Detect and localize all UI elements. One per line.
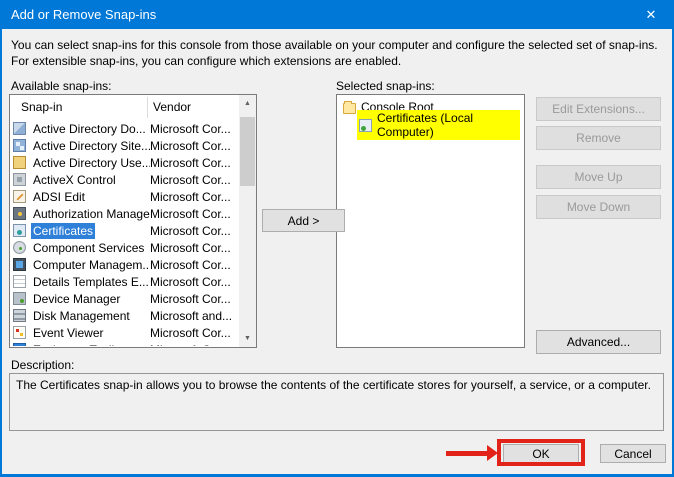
window-title: Add or Remove Snap-ins [11,7,157,22]
scroll-up-icon[interactable]: ▲ [239,95,256,112]
move-down-button[interactable]: Move Down [536,195,661,219]
table-row[interactable]: Device Manager Microsoft Cor... [10,290,239,307]
close-icon[interactable]: ✕ [634,0,668,29]
table-row[interactable]: ADSI Edit Microsoft Cor... [10,188,239,205]
exchange-icon [13,343,26,346]
snapin-vendor: Microsoft Cor... [150,189,231,204]
snapin-name: Active Directory Site... [33,138,150,153]
details-templates-icon [13,275,26,288]
event-viewer-icon [13,326,26,339]
snapin-name: Authorization Manager [33,206,150,221]
scroll-down-icon[interactable]: ▼ [239,330,256,347]
snapin-name: Active Directory Do... [33,121,146,136]
red-arrow-icon [446,451,488,456]
table-row[interactable]: Event Viewer Microsoft Cor... [10,324,239,341]
column-header-snapin[interactable]: Snap-in [21,100,62,114]
snapin-name: Event Viewer [33,325,104,340]
table-row[interactable]: Active Directory Use... Microsoft Cor... [10,154,239,171]
snapin-vendor: Microsoft Cor... [150,257,231,272]
computer-management-icon [13,258,26,271]
add-remove-snapins-dialog: Add or Remove Snap-ins ✕ You can select … [0,0,674,477]
move-up-button[interactable]: Move Up [536,165,661,189]
table-row[interactable]: Certificates Microsoft Cor... [10,222,239,239]
snapin-name: ActiveX Control [33,172,116,187]
authman-icon [13,207,26,220]
title-bar: Add or Remove Snap-ins ✕ [0,0,674,29]
table-row[interactable]: Disk Management Microsoft and... [10,307,239,324]
snapin-vendor: Microsoft Cor... [150,223,231,238]
snapin-name: Exchange Toolbox [31,342,133,347]
snapin-name: Device Manager [33,291,121,306]
snapin-vendor: Microsoft Cor... [150,240,231,255]
ok-button[interactable]: OK [503,444,579,463]
available-snapins-label: Available snap-ins: [11,79,112,93]
column-header-vendor[interactable]: Vendor [153,100,191,114]
table-row[interactable]: Computer Managem... Microsoft Cor... [10,256,239,273]
scrollbar-thumb[interactable] [240,117,255,186]
description-box: The Certificates snap-in allows you to b… [9,373,664,431]
selected-snapins-tree: Console Root Certificates (Local Compute… [336,94,525,348]
description-label: Description: [11,358,75,372]
description-text: The Certificates snap-in allows you to b… [16,378,651,392]
folder-icon [343,100,356,114]
cancel-button[interactable]: Cancel [600,444,666,463]
activex-icon [13,173,26,186]
advanced-button[interactable]: Advanced... [536,330,661,354]
table-row[interactable]: Authorization Manager Microsoft Cor... [10,205,239,222]
table-row[interactable]: Active Directory Do... Microsoft Cor... [10,120,239,137]
snapin-name: Certificates [31,222,96,239]
tree-item-label: Certificates (Local Computer) [377,111,474,139]
table-row[interactable]: Exchange Toolbox Microsoft Cor... [10,341,239,346]
tree-item[interactable]: Certificates (Local Computer) [337,110,524,140]
certificate-tree-icon [359,118,372,132]
snapin-name: Computer Managem... [33,257,150,272]
snapin-vendor: Microsoft Cor... [150,121,231,136]
component-icon [13,241,26,254]
snapin-vendor: Microsoft Cor... [150,343,231,347]
snapin-vendor: Microsoft Cor... [150,325,231,340]
list-scrollbar[interactable]: ▲ ▼ [239,95,256,347]
snapin-vendor: Microsoft Cor... [150,291,231,306]
ad-domains-icon [13,122,26,135]
certificates-icon [13,224,26,237]
snapin-name: Active Directory Use... [33,155,150,170]
edit-extensions-button[interactable]: Edit Extensions... [536,97,661,121]
snapin-name: Details Templates E... [33,274,149,289]
selected-snapins-label: Selected snap-ins: [336,79,435,93]
disk-management-icon [13,309,26,322]
column-divider [147,97,148,118]
snapin-name: Component Services [33,240,145,255]
ad-sites-icon [13,139,26,152]
device-manager-icon [13,292,26,305]
snapin-vendor: Microsoft Cor... [150,172,231,187]
list-header: Snap-in Vendor [10,95,239,120]
snapin-name: Disk Management [33,308,130,323]
remove-button[interactable]: Remove [536,126,661,150]
snapin-rows: Active Directory Do... Microsoft Cor... … [10,120,239,346]
available-snapins-list: Snap-in Vendor Active Directory Do... Mi… [9,94,257,348]
red-arrow-head-icon [487,445,498,461]
snapin-vendor: Microsoft Cor... [150,155,231,170]
snapin-vendor: Microsoft Cor... [150,206,231,221]
dialog-intro-text: You can select snap-ins for this console… [11,38,658,68]
snapin-vendor: Microsoft Cor... [150,274,231,289]
snapin-name: ADSI Edit [33,189,86,204]
table-row[interactable]: Details Templates E... Microsoft Cor... [10,273,239,290]
ad-users-icon [13,156,26,169]
table-row[interactable]: Active Directory Site... Microsoft Cor..… [10,137,239,154]
adsi-icon [13,190,26,203]
add-button[interactable]: Add > [262,209,345,232]
snapin-vendor: Microsoft and... [150,308,233,323]
table-row[interactable]: Component Services Microsoft Cor... [10,239,239,256]
snapin-vendor: Microsoft Cor... [150,138,231,153]
table-row[interactable]: ActiveX Control Microsoft Cor... [10,171,239,188]
